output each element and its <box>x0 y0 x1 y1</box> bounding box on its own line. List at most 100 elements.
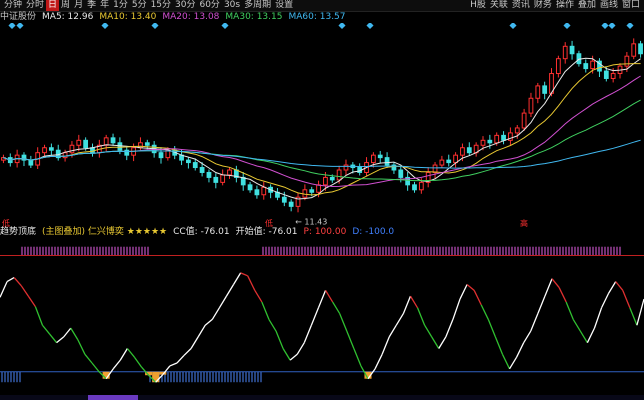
candle-body <box>192 162 198 169</box>
period-tab-13[interactable]: 多周期 <box>242 0 273 11</box>
indicator-line-segment <box>608 281 617 294</box>
indicator-line-segment <box>402 295 412 314</box>
period-tab-3[interactable]: 周 <box>59 0 72 11</box>
candle-body <box>343 164 349 171</box>
scroll-thumb[interactable] <box>88 395 138 400</box>
candle-body <box>412 184 417 191</box>
signal-flag-2: 高 <box>520 218 528 227</box>
period-tab-11[interactable]: 60分 <box>197 0 221 11</box>
period-tab-10[interactable]: 30分 <box>173 0 197 11</box>
indicator-line-segment <box>459 284 468 300</box>
indicator-line-segment <box>487 319 496 338</box>
candle-body <box>555 58 561 75</box>
candle-body <box>227 169 232 176</box>
period-tab-4[interactable]: 月 <box>72 0 85 11</box>
candle-body <box>261 186 267 196</box>
indicator-line-segment <box>537 295 546 314</box>
signal-diamond-marker <box>509 23 517 30</box>
toolbar-right-item-3[interactable]: 财务 <box>532 0 554 11</box>
period-tab-7[interactable]: 1分 <box>111 0 130 11</box>
period-tab-8[interactable]: 5分 <box>130 0 149 11</box>
candle-body <box>28 159 34 166</box>
indicator-line-segment <box>572 319 581 332</box>
candle-body <box>542 85 548 94</box>
period-tab-2[interactable]: 日 <box>46 0 60 11</box>
candle-body <box>83 139 89 149</box>
indicator-line-segment <box>240 272 248 277</box>
candle-body <box>446 159 452 164</box>
indicator-line-segment <box>508 356 518 370</box>
indicator-legend: 趋势顶底 (主图叠加) 仁兴博奕 ★★★★★ CC值: -76.01 开始值: -76… <box>0 227 644 238</box>
indicator-line-segment <box>431 336 440 349</box>
indicator-line-segment <box>247 275 256 291</box>
toolbar-right-item-6[interactable]: 画线 <box>598 0 620 11</box>
candle-body <box>535 85 541 99</box>
candle-body <box>329 176 335 181</box>
candle-body <box>254 189 260 196</box>
toolbar-right-item-5[interactable]: 叠加 <box>576 0 598 11</box>
indicator-line-segment <box>119 348 128 361</box>
signal-diamond-marker <box>338 23 346 30</box>
indicator-chart[interactable] <box>0 238 644 395</box>
toolbar-right-item-7[interactable]: 窗口 <box>620 0 642 11</box>
indicator-line-segment <box>317 290 327 309</box>
indicator-line-segment <box>20 285 29 297</box>
indicator-line-segment <box>27 295 36 307</box>
indicator-line-segment <box>332 301 341 314</box>
period-tab-5[interactable]: 季 <box>85 0 98 11</box>
signal-diamond-marker <box>8 23 16 30</box>
candle-body <box>583 63 589 70</box>
toolbar-right-item-4[interactable]: 操作 <box>554 0 576 11</box>
indicator-line-segment <box>91 362 100 373</box>
candle-body <box>521 112 527 129</box>
indicator-line-segment <box>176 355 185 364</box>
indicator-line-segment <box>438 336 447 349</box>
signal-flag-0: 低 <box>2 218 10 227</box>
ma-legend-item-3: MA20: 13.08 <box>162 12 220 22</box>
bottom-scroll-strip[interactable] <box>0 395 644 400</box>
toolbar-right-item-1[interactable]: 关联 <box>488 0 510 11</box>
indicator-line-segment <box>218 295 228 309</box>
candle-body <box>90 147 95 154</box>
indicator-line-segment <box>544 278 553 297</box>
ma-legend-item-4: MA30: 13.15 <box>225 12 283 22</box>
period-tab-9[interactable]: 15分 <box>149 0 173 11</box>
indicator-line-segment <box>275 330 284 349</box>
candle-body <box>323 176 328 186</box>
candle-body <box>206 171 212 178</box>
candle-body <box>110 137 116 144</box>
toolbar-right-item-2[interactable]: 资讯 <box>510 0 532 11</box>
indicator-line-segment <box>473 290 482 306</box>
period-tab-14[interactable]: 设置 <box>273 0 295 11</box>
period-tab-1[interactable]: 分时 <box>24 0 46 11</box>
period-tab-6[interactable]: 年 <box>98 0 111 11</box>
indicator-line-segment <box>516 342 525 358</box>
candle-body <box>377 154 383 159</box>
indicator-legend-item-0: 趋势顶底 <box>0 227 37 237</box>
indicator-line-segment <box>169 362 178 367</box>
ma5-line <box>3 57 641 200</box>
candle-body <box>199 167 205 173</box>
low-price-label: ← 11.43 <box>295 217 327 226</box>
indicator-line-segment <box>77 339 86 355</box>
candle-body <box>213 176 219 183</box>
candle-body <box>439 159 445 166</box>
indicator-line-segment <box>183 348 192 356</box>
period-tab-0[interactable]: 分钟 <box>2 0 24 11</box>
signal-diamond-marker <box>151 23 159 30</box>
ma-legend-item-5: MA60: 13.57 <box>288 12 346 22</box>
candle-body <box>42 147 47 154</box>
period-tab-12[interactable]: 30s <box>222 0 242 11</box>
candlestick-chart[interactable]: ← 11.43 低 低 高 <box>0 23 644 227</box>
candle-body <box>501 134 506 141</box>
signal-diamond-marker <box>608 23 616 30</box>
toolbar-right-item-0[interactable]: H股 <box>468 0 488 11</box>
indicator-legend-item-1: (主图叠加) 仁兴博奕 ★★★★★ <box>42 227 168 237</box>
indicator-line-segment <box>49 333 58 344</box>
candle-body <box>48 147 54 151</box>
indicator-line-segment <box>63 327 72 338</box>
candle-body <box>138 142 143 149</box>
candle-body <box>124 149 130 156</box>
indicator-legend-item-4: P: 100.00 <box>303 227 347 237</box>
indicator-line-segment <box>133 356 143 368</box>
